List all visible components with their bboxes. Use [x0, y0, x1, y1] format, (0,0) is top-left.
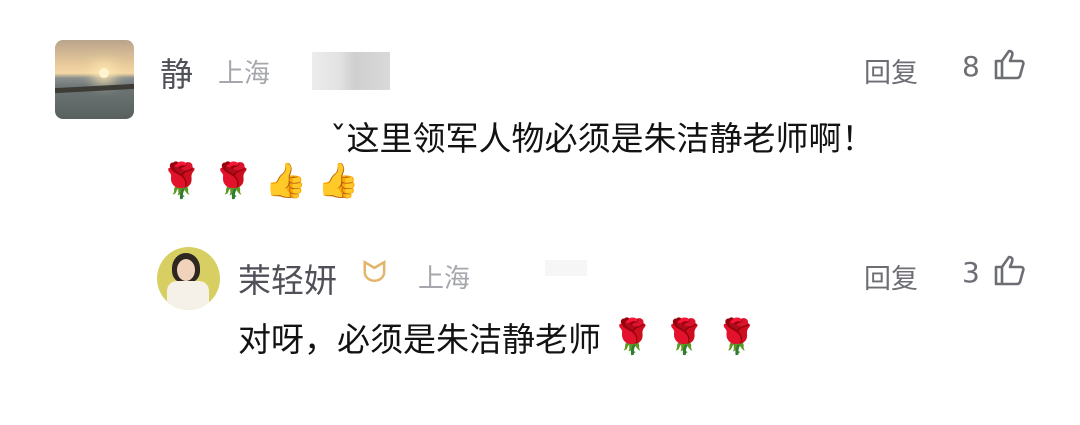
comment-location: 上海	[218, 59, 271, 89]
rose-icon: 🌹	[212, 161, 255, 201]
avatar-body	[167, 281, 209, 310]
reply-button[interactable]: 回复	[864, 51, 918, 90]
like-count[interactable]: 8	[962, 50, 980, 83]
vip-badge-icon: ᗢ	[362, 255, 387, 290]
avatar[interactable]	[55, 40, 134, 119]
thumbs-up-icon[interactable]	[992, 47, 1026, 81]
thumbs-up-emoji-icon: 👍	[264, 161, 308, 201]
avatar-face	[177, 259, 195, 281]
reply-text: 对呀，必须是朱洁静老师	[238, 320, 601, 359]
reply-button[interactable]: 回复	[864, 257, 918, 296]
rose-icon: 🌹	[715, 317, 759, 357]
rose-icon: 🌹	[663, 317, 706, 357]
blurred-badge	[545, 260, 587, 276]
reply-location: 上海	[418, 264, 471, 294]
rose-icon: 🌹	[611, 317, 654, 357]
blurred-badge	[312, 52, 390, 90]
comment-prefix-mark: ˇ	[330, 119, 347, 158]
reply-username[interactable]: 茉轻妍	[238, 254, 337, 302]
reply-avatar[interactable]	[157, 247, 220, 310]
rose-icon: 🌹	[160, 161, 203, 201]
like-count[interactable]: 3	[962, 256, 980, 289]
comment-emoji-row: 🌹 🌹 👍 👍	[160, 164, 359, 198]
comment-username[interactable]: 静	[160, 48, 193, 96]
sun-graphic	[99, 68, 109, 78]
thumbs-up-emoji-icon: 👍	[317, 161, 360, 201]
thumbs-up-icon[interactable]	[992, 253, 1026, 287]
comment-text: 这里领军人物必须是朱洁静老师啊！	[346, 119, 875, 158]
pier-graphic	[55, 83, 134, 94]
